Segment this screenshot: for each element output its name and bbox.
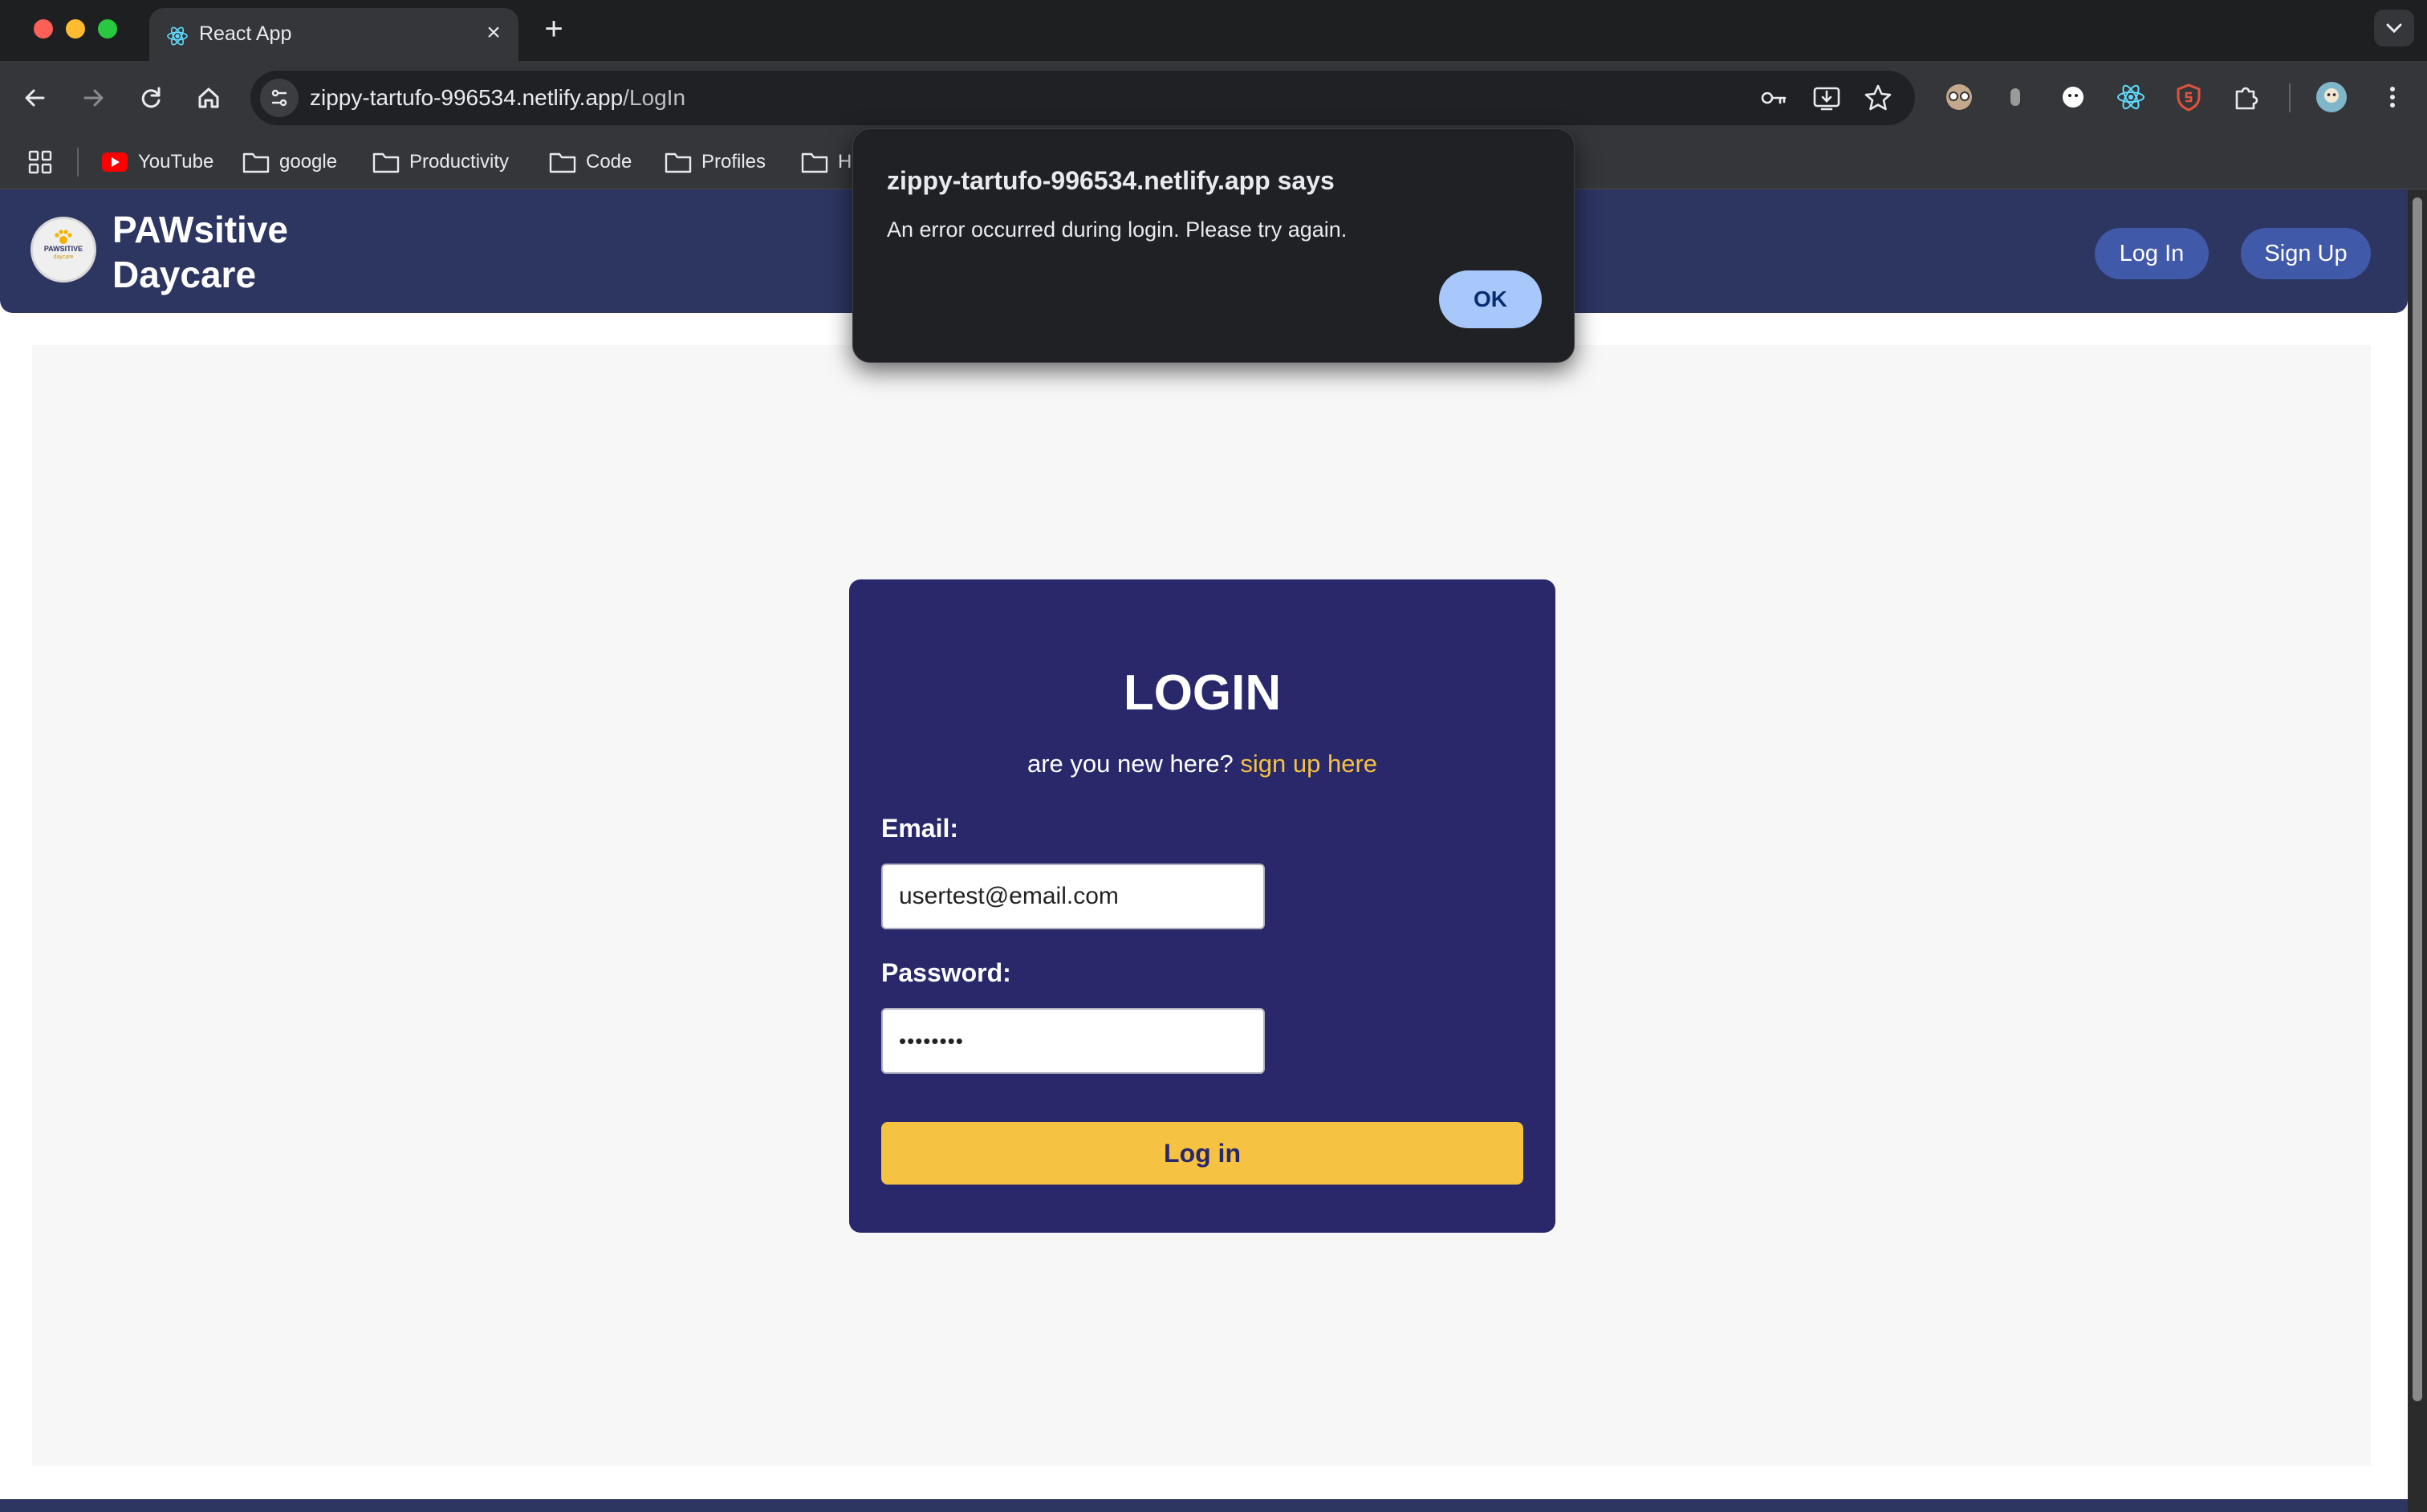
signup-link[interactable]: sign up here xyxy=(1240,750,1377,778)
alert-ok-button[interactable]: OK xyxy=(1439,270,1542,328)
bookmark-label: Productivity xyxy=(409,151,510,173)
tab-title: React App xyxy=(199,22,292,45)
page-viewport: PAWSITIVE daycare PAWsitive Daycare Log … xyxy=(0,189,2408,1512)
youtube-icon xyxy=(102,152,128,172)
password-key-icon[interactable] xyxy=(1758,82,1790,114)
alert-title: zippy-tartufo-996534.netlify.app says xyxy=(887,166,1335,195)
bookmark-youtube[interactable]: YouTube xyxy=(101,146,213,178)
chevron-down-icon xyxy=(2386,23,2402,34)
subtitle-text: are you new here? xyxy=(1026,750,1234,778)
folder-icon xyxy=(665,152,692,173)
header-login-button[interactable]: Log In xyxy=(2095,228,2209,279)
react-devtools-icon[interactable] xyxy=(2114,80,2148,114)
page-scrollbar[interactable] xyxy=(2408,189,2427,1512)
bookmark-folder-h[interactable]: H xyxy=(801,146,852,178)
more-vert-icon[interactable] xyxy=(2376,80,2409,114)
bookmarks-divider xyxy=(77,148,79,177)
tune-icon xyxy=(271,89,287,107)
apps-grid-icon[interactable] xyxy=(27,149,53,175)
folder-icon xyxy=(372,152,400,173)
login-subtitle: are you new here? sign up here xyxy=(849,750,1555,778)
login-card: LOGIN are you new here? sign up here Ema… xyxy=(849,579,1555,1233)
bookmark-google[interactable]: google xyxy=(242,146,337,178)
toolbar-divider xyxy=(2289,83,2291,112)
folder-icon xyxy=(549,152,576,173)
install-app-icon[interactable] xyxy=(1811,82,1843,114)
url-path: /LogIn xyxy=(623,85,686,110)
url-host: zippy-tartufo-996534.netlify.app xyxy=(310,85,624,110)
paw-icon xyxy=(55,230,72,244)
email-field[interactable] xyxy=(881,864,1265,929)
extension-face-icon[interactable] xyxy=(2056,80,2090,114)
logo-subtext: daycare xyxy=(53,254,74,260)
window-zoom-button[interactable] xyxy=(98,19,117,39)
extension-mouse-icon[interactable] xyxy=(1998,80,2032,114)
login-submit-button[interactable]: Log in xyxy=(881,1122,1523,1185)
window-minimize-button[interactable] xyxy=(66,19,85,39)
bookmark-profiles[interactable]: Profiles xyxy=(665,146,766,178)
header-signup-button[interactable]: Sign Up xyxy=(2241,228,2371,279)
folder-icon xyxy=(242,152,270,173)
forward-arrow-icon[interactable] xyxy=(74,79,112,117)
bookmark-label: H xyxy=(838,151,852,173)
browser-tabstrip: React App × + xyxy=(0,0,2427,61)
close-icon[interactable]: × xyxy=(480,19,507,47)
window-close-button[interactable] xyxy=(34,19,53,39)
logo-text: PAWSITIVE xyxy=(43,245,83,253)
bookmark-productivity[interactable]: Productivity xyxy=(372,146,509,178)
bookmark-label: Profiles xyxy=(701,151,766,173)
bookmark-label: YouTube xyxy=(138,151,214,173)
extension-shield-icon[interactable] xyxy=(2172,80,2205,114)
new-tab-button[interactable]: + xyxy=(536,11,571,47)
folder-icon xyxy=(801,152,828,173)
browser-tab[interactable]: React App × xyxy=(149,8,518,61)
home-icon[interactable] xyxy=(189,79,228,117)
scrollbar-thumb[interactable] xyxy=(2413,197,2422,1401)
bookmark-label: Code xyxy=(586,151,632,173)
reload-icon[interactable] xyxy=(132,79,170,117)
bookmark-star-icon[interactable] xyxy=(1862,82,1894,114)
password-label: Password: xyxy=(881,958,1011,987)
footer-strip xyxy=(0,1499,2408,1512)
extensions-puzzle-icon[interactable] xyxy=(2230,80,2263,114)
bookmark-label: google xyxy=(279,151,338,173)
back-arrow-icon[interactable] xyxy=(16,79,55,117)
tab-search-button[interactable] xyxy=(2374,10,2414,47)
alert-message: An error occurred during login. Please t… xyxy=(887,217,1348,242)
site-info-button[interactable] xyxy=(260,79,299,117)
email-label: Email: xyxy=(881,814,959,843)
brand-name[interactable]: PAWsitive Daycare xyxy=(112,207,337,297)
url-text: zippy-tartufo-996534.netlify.app/LogIn xyxy=(310,85,685,111)
browser-toolbar: zippy-tartufo-996534.netlify.app/LogIn xyxy=(0,61,2427,135)
password-field[interactable] xyxy=(881,1008,1265,1074)
alert-dialog: zippy-tartufo-996534.netlify.app says An… xyxy=(852,128,1575,363)
react-icon xyxy=(167,26,188,46)
paw-logo[interactable]: PAWSITIVE daycare xyxy=(30,217,96,282)
address-bar[interactable]: zippy-tartufo-996534.netlify.app/LogIn xyxy=(250,71,1915,125)
bookmark-code[interactable]: Code xyxy=(549,146,632,178)
extension-glasses-icon[interactable] xyxy=(1942,80,1976,114)
login-title: LOGIN xyxy=(1123,665,1282,721)
profile-avatar-icon[interactable] xyxy=(2315,80,2348,114)
